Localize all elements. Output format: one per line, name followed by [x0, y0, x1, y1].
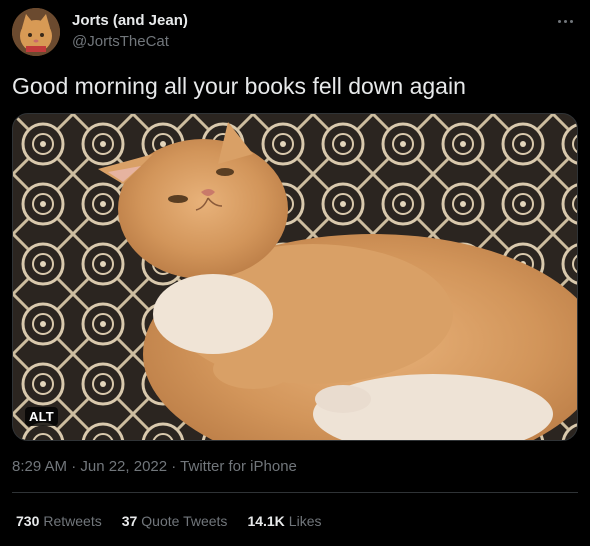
retweets-label: Retweets	[43, 513, 102, 529]
likes-stat[interactable]: 14.1K Likes	[247, 513, 321, 529]
tweet-timestamp-source[interactable]: 8:29 AM · Jun 22, 2022 · Twitter for iPh…	[12, 458, 297, 475]
retweets-count: 730	[16, 513, 40, 529]
tweet-text: Good morning all your books fell down ag…	[12, 73, 466, 99]
likes-label: Likes	[288, 513, 322, 529]
retweets-stat[interactable]: 730 Retweets	[16, 513, 102, 529]
author-handle[interactable]: @JortsTheCat	[72, 33, 169, 50]
engagement-stats: 730 Retweets 37 Quote Tweets 14.1K Likes	[16, 513, 321, 529]
quote-tweets-count: 37	[121, 513, 138, 529]
more-options-icon[interactable]	[554, 10, 576, 32]
quote-tweets-stat[interactable]: 37 Quote Tweets	[122, 513, 228, 529]
alt-text-badge[interactable]: ALT	[25, 407, 58, 426]
author-avatar[interactable]	[12, 8, 60, 56]
quote-tweets-label: Quote Tweets	[141, 513, 228, 529]
cat-avatar-icon	[12, 8, 60, 56]
cat-photo	[13, 114, 577, 440]
author-display-name[interactable]: Jorts (and Jean)	[72, 12, 188, 29]
tweet-media-image[interactable]: ALT	[12, 113, 578, 441]
divider	[12, 492, 578, 493]
likes-count: 14.1K	[247, 513, 285, 529]
